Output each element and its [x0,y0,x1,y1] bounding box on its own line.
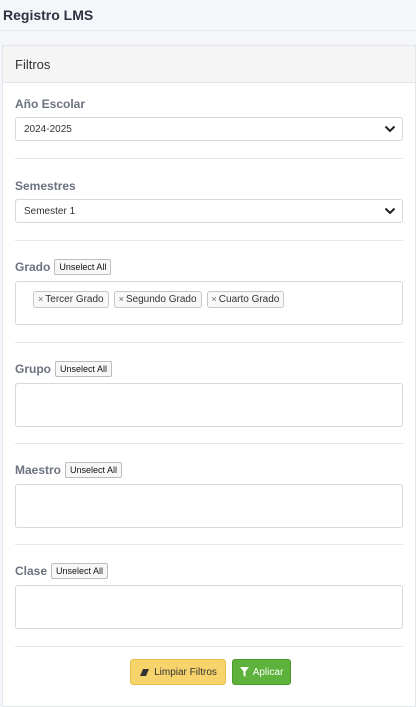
grado-label: Grado [15,260,51,274]
close-icon[interactable]: × [119,294,124,305]
chevron-down-icon [384,207,396,215]
maestro-section: Maestro Unselect All [15,444,403,528]
semestres-section: Semestres Semester 1 [15,159,403,223]
page-title: Registro LMS [3,7,94,23]
grado-unselect-all-button[interactable]: Unselect All [54,259,112,275]
grado-label-row: Grado Unselect All [15,259,403,275]
apply-label: Aplicar [252,666,284,678]
clear-filters-label: Limpiar Filtros [154,666,217,678]
grado-chip-label: Tercer Grado [45,294,104,305]
clase-section: Clase Unselect All [15,545,403,629]
close-icon[interactable]: × [38,294,43,305]
close-icon[interactable]: × [212,294,217,305]
clase-label: Clase [15,564,48,578]
clear-filters-button[interactable]: Limpiar Filtros [130,659,226,685]
filters-title: Filtros [15,56,51,72]
grado-section: Grado Unselect All × Tercer Grado × Segund… [15,241,403,325]
filters-card-header: Filtros [3,46,415,83]
grado-chip-label: Cuarto Grado [218,294,280,305]
maestro-multiselect[interactable] [15,484,403,528]
apply-button[interactable]: Aplicar [232,659,291,685]
clase-multiselect[interactable] [15,585,403,629]
semestres-value: Semester 1 [24,205,76,217]
grado-chip-label: Segundo Grado [125,294,197,305]
page-header: Registro LMS [0,0,416,31]
clase-unselect-all-button[interactable]: Unselect All [51,563,109,579]
filters-card-body: Año Escolar 2024-2025 Semestres Semester… [3,83,415,647]
filter-icon [239,667,249,677]
ano-escolar-value: 2024-2025 [24,123,72,135]
grupo-label: Grupo [15,362,51,376]
semestres-label: Semestres [15,179,76,193]
maestro-label: Maestro [15,463,62,477]
grupo-section: Grupo Unselect All [15,343,403,427]
grupo-multiselect[interactable] [15,383,403,427]
grupo-unselect-all-button[interactable]: Unselect All [55,361,113,377]
grado-chip[interactable]: × Tercer Grado [33,291,109,308]
grupo-label-row: Grupo Unselect All [15,361,403,377]
maestro-label-row: Maestro Unselect All [15,462,403,478]
clase-label-row: Clase Unselect All [15,563,403,579]
grado-multiselect[interactable]: × Tercer Grado × Segundo Grado × Cuarto Gra… [15,281,403,325]
divider [15,646,403,647]
maestro-unselect-all-button[interactable]: Unselect All [65,462,123,478]
chevron-down-icon [384,125,396,133]
grado-chip[interactable]: × Segundo Grado [113,291,202,308]
grado-chip[interactable]: × Cuarto Grado [206,291,285,308]
semestres-select[interactable]: Semester 1 [15,199,403,223]
ano-escolar-select[interactable]: 2024-2025 [15,117,403,141]
ano-escolar-label: Año Escolar [15,97,86,111]
ano-escolar-section: Año Escolar 2024-2025 [15,83,403,141]
filters-card: Filtros Año Escolar 2024-2025 Semestres … [2,45,416,707]
eraser-icon [140,668,150,676]
